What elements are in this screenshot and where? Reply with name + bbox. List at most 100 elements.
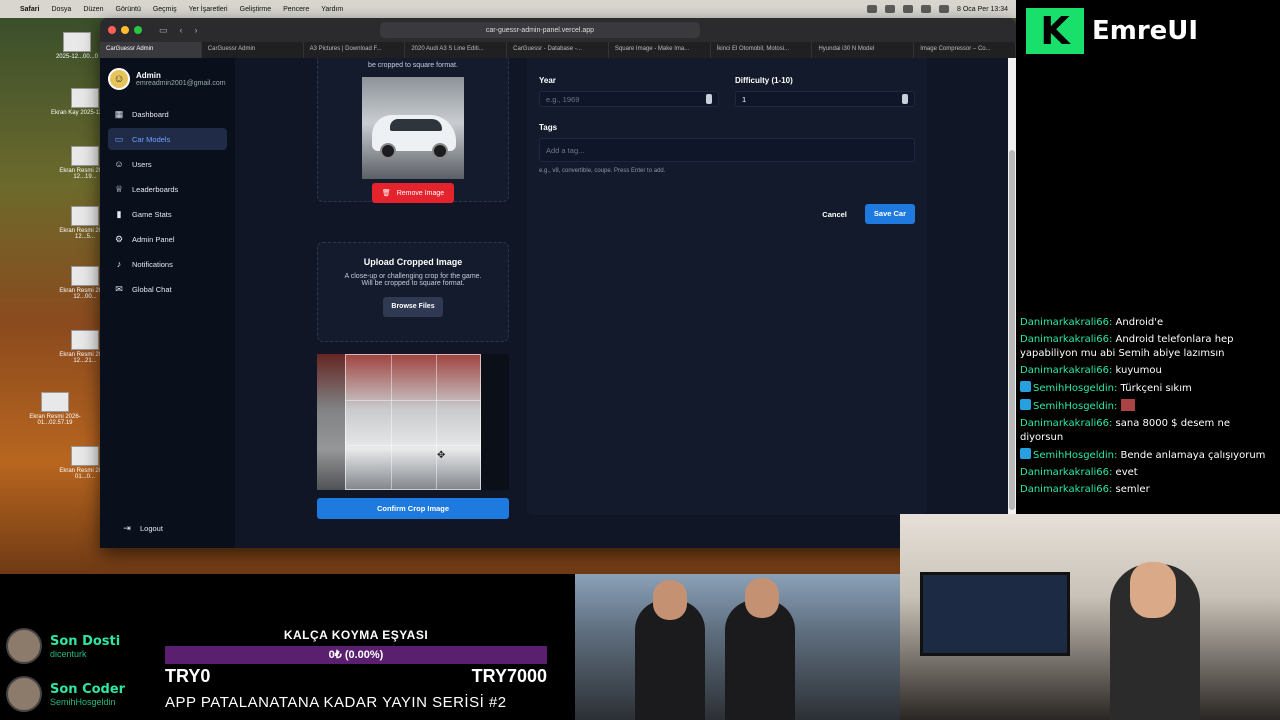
gear-icon: ⚙ (114, 233, 124, 244)
cropped-upload-title: Upload Cropped Image (363, 257, 463, 267)
sidebar-item-leaderboards[interactable]: ♕ Leaderboards (108, 178, 227, 200)
browse-files-button[interactable]: Browse Files (383, 297, 443, 317)
image-upload-column: be cropped to square format. 🗑 Remove Im… (317, 58, 509, 519)
close-window-button[interactable] (108, 26, 116, 34)
browser-tab[interactable]: Image Compressor – Co... (914, 42, 1016, 58)
search-icon[interactable] (939, 5, 950, 13)
sidebar-item-notifications[interactable]: ♪ Notifications (108, 253, 227, 275)
difficulty-input[interactable]: 1 (735, 91, 915, 107)
stepper-icon[interactable] (706, 94, 712, 104)
wifi-icon[interactable] (921, 5, 932, 13)
crop-mask (317, 354, 345, 490)
chat-message: Danimarkakrali66: kuyumou (1020, 365, 1162, 376)
chat-message: Danimarkakrali66: semler (1020, 484, 1150, 495)
status-icon[interactable] (885, 5, 896, 13)
menu-app-name[interactable]: Safari (20, 6, 39, 13)
desktop-file-icon[interactable]: Ekran Resmi 2026-01...02.57.19 (20, 392, 90, 426)
cropped-upload-desc: A close-up or challenging crop for the g… (344, 273, 482, 280)
trash-icon: 🗑 (381, 190, 391, 197)
logout-button[interactable]: ⇥ Logout (116, 517, 169, 539)
browser-tab[interactable]: Square Image - Make Ima... (609, 42, 711, 58)
chat-message: SemihHosgeldin: (1020, 399, 1276, 414)
menu-item[interactable]: Yer İşaretleri (189, 6, 228, 13)
browser-tab[interactable]: A3 Pictures | Download F... (304, 42, 406, 58)
browser-tab[interactable]: Hyundai i30 N Model (812, 42, 915, 58)
admin-page: ☺ Admin emreadmin2001@gmail.com ▦ Dashboa… (100, 58, 1016, 548)
status-icon[interactable] (903, 5, 914, 13)
car-image-preview (362, 77, 464, 179)
back-icon[interactable]: ‹ (180, 25, 183, 35)
sub-badge-icon (1020, 448, 1031, 459)
zoom-window-button[interactable] (134, 26, 142, 34)
browser-tab[interactable]: CarGuessr - Database -... (507, 42, 609, 58)
cropped-upload-card: Upload Cropped Image A close-up or chall… (317, 242, 509, 342)
sidebar-item-admin-panel[interactable]: ⚙ Admin Panel (108, 228, 227, 250)
forward-icon[interactable]: › (195, 25, 198, 35)
browser-tab[interactable]: 2020 Audi A3 S Line Editi... (405, 42, 508, 58)
avatar: ☺ (108, 68, 130, 90)
page-scrollbar[interactable] (1008, 58, 1016, 548)
latest-coder: Son Coder SemihHosgeldin (6, 676, 125, 712)
chat-message: Danimarkakrali66: evet (1020, 467, 1138, 478)
crop-editor[interactable]: ✥ (317, 354, 509, 490)
video-clip (575, 574, 900, 720)
browser-tab[interactable]: CarGuessr Admin (100, 42, 202, 58)
cropped-upload-desc: Will be cropped to square format. (361, 280, 465, 287)
remove-image-button[interactable]: 🗑 Remove Image (371, 183, 455, 203)
minimize-window-button[interactable] (121, 26, 129, 34)
goal-progress-bar: 0₺ (0.00%) (165, 646, 547, 664)
crop-selection[interactable] (345, 354, 481, 490)
stepper-icon[interactable] (902, 94, 908, 104)
emote-icon (1120, 399, 1135, 411)
chat-message: SemihHosgeldin: Bende anlamaya çalışıyor… (1020, 448, 1276, 463)
browser-tab[interactable]: CarGuessr Admin (202, 42, 304, 58)
menu-item[interactable]: Pencere (283, 6, 309, 13)
address-bar[interactable]: car-guessr-admin-panel.vercel.app (380, 22, 700, 38)
menu-item[interactable]: Yardım (321, 6, 343, 13)
brand: K EmreUI (1026, 8, 1198, 54)
tags-input[interactable]: Add a tag... (539, 138, 915, 162)
menu-item[interactable]: Geliştirme (240, 6, 272, 13)
avatar (6, 676, 42, 712)
series-title: APP PATALANATANA KADAR YAYIN SERİSİ #2 (165, 694, 507, 711)
menu-item[interactable]: Geçmiş (153, 6, 177, 13)
brand-name: EmreUI (1092, 16, 1199, 46)
status-icon[interactable] (867, 5, 878, 13)
trophy-icon: ♕ (114, 183, 124, 194)
year-input[interactable]: e.g., 1969 (539, 91, 719, 107)
sidebar-item-dashboard[interactable]: ▦ Dashboard (108, 103, 227, 125)
stream-bottom-overlay: Son Dosti dicenturk Son Coder SemihHosge… (0, 574, 900, 720)
difficulty-label: Difficulty (1-10) (735, 76, 793, 85)
kick-logo-icon: K (1026, 8, 1084, 54)
stream-sidebar: K EmreUI Danimarkakrali66: Android'e Dan… (1016, 0, 1280, 514)
sidebar-item-global-chat[interactable]: ✉ Global Chat (108, 278, 227, 300)
menu-clock[interactable]: 8 Oca Per 13:34 (957, 6, 1008, 13)
main-image-card: be cropped to square format. 🗑 Remove Im… (317, 58, 509, 203)
profile-email: emreadmin2001@gmail.com (136, 80, 226, 87)
browser-tab[interactable]: İkinci El Otomobil, Motosi... (711, 42, 813, 58)
tags-label: Tags (539, 123, 558, 132)
sidebar-item-car-models[interactable]: ▭ Car Models (108, 128, 227, 150)
cancel-button[interactable]: Cancel (814, 206, 855, 223)
latest-donor: Son Dosti dicenturk (6, 628, 120, 664)
sidebar-toggle-icon[interactable]: ▭ (159, 25, 168, 36)
chat-icon: ✉ (115, 283, 123, 294)
menu-item[interactable]: Dosya (51, 6, 71, 13)
menu-item[interactable]: Görüntü (116, 6, 141, 13)
logout-icon: ⇥ (123, 522, 131, 533)
goal-max: TRY7000 (471, 666, 547, 686)
scroll-thumb[interactable] (1009, 150, 1015, 510)
browser-window: ▭ ‹ › car-guessr-admin-panel.vercel.app … (100, 18, 1016, 548)
sidebar-item-game-stats[interactable]: ▮ Game Stats (108, 203, 227, 225)
menu-item[interactable]: Düzen (83, 6, 103, 13)
confirm-crop-button[interactable]: Confirm Crop Image (317, 498, 509, 519)
avatar (6, 628, 42, 664)
car-form-panel: Year e.g., 1969 Difficulty (1-10) 1 Tags… (527, 58, 927, 515)
bell-icon: ♪ (116, 259, 122, 269)
goal-min: TRY0 (165, 666, 211, 686)
grid-icon: ▦ (114, 108, 124, 119)
chat-message: SemihHosgeldin: Türkçeni sıkım (1020, 381, 1276, 396)
sidebar-item-users[interactable]: ☺ Users (108, 153, 227, 175)
profile-name: Admin (136, 71, 161, 80)
save-car-button[interactable]: Save Car (864, 204, 915, 224)
